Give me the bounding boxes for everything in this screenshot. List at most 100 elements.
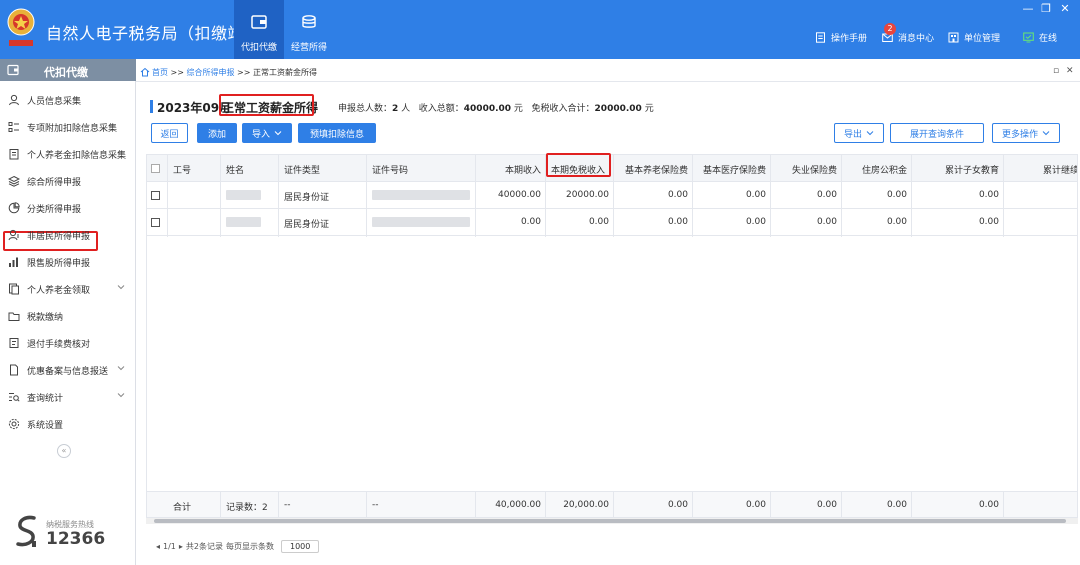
sidebar-item-label: 限售股所得申报 xyxy=(27,259,91,269)
pagination: ◂ 1/1 ▸ 共2条记录 每页显示条数 1000 xyxy=(156,540,320,553)
module-withholding[interactable]: 代扣代缴 xyxy=(234,0,284,59)
minimize-button[interactable]: — xyxy=(1021,2,1035,15)
footer-pension: 0.00 xyxy=(667,500,688,510)
sidebar-item-preferential-filing[interactable]: 优惠备案与信息报送 xyxy=(0,359,136,381)
grid-line xyxy=(278,155,279,237)
grid-line xyxy=(366,491,367,517)
chevron-down-icon xyxy=(1042,131,1050,136)
scrollbar-thumb[interactable] xyxy=(154,519,1066,523)
sidebar-collapse-button[interactable]: « xyxy=(57,444,71,458)
col-unemployment[interactable]: 失业保险费 xyxy=(770,163,837,176)
breadcrumb-home[interactable]: 首页 xyxy=(152,68,168,77)
cell-pension: 0.00 xyxy=(667,190,688,200)
module-label: 经营所得 xyxy=(290,43,327,53)
exempt-label: 免税收入合计： xyxy=(531,104,595,114)
page-indicator: 1/1 xyxy=(163,542,176,551)
row-checkbox[interactable] xyxy=(151,191,160,200)
chevron-down-icon xyxy=(117,285,125,290)
module-label: 代扣代缴 xyxy=(240,43,277,53)
footer-child-education: 0.00 xyxy=(978,500,999,510)
home-icon[interactable] xyxy=(140,67,150,77)
sidebar-item-system-settings[interactable]: 系统设置 xyxy=(0,413,136,435)
sidebar-item-label: 优惠备案与信息报送 xyxy=(27,367,109,377)
cell-id-type: 居民身份证 xyxy=(284,220,330,230)
list-icon xyxy=(8,122,19,132)
sidebar-item-person-info[interactable]: 人员信息采集 xyxy=(0,89,136,111)
title-accent xyxy=(150,100,153,113)
sidebar-item-classified-income[interactable]: 分类所得申报 xyxy=(0,197,136,219)
cell-child-education: 0.00 xyxy=(978,217,999,227)
close-button[interactable]: ✕ xyxy=(1058,2,1072,15)
module-business-income[interactable]: 经营所得 xyxy=(284,0,334,59)
tab-close-button[interactable]: ✕ xyxy=(1066,66,1074,76)
col-child-education[interactable]: 累计子女教育 xyxy=(911,163,999,176)
highlight-frame-title xyxy=(219,94,314,116)
horizontal-scrollbar[interactable] xyxy=(146,518,1078,524)
export-button[interactable]: 导出 xyxy=(834,123,884,143)
next-page-icon[interactable]: ▸ xyxy=(179,542,183,551)
export-label: 导出 xyxy=(843,129,862,140)
sidebar-item-special-deduction[interactable]: 专项附加扣除信息采集 xyxy=(0,116,136,138)
col-name[interactable]: 姓名 xyxy=(226,163,244,176)
col-medical[interactable]: 基本医疗保险费 xyxy=(692,163,766,176)
footer-unemployment: 0.00 xyxy=(816,500,837,510)
cell-id-type: 居民身份证 xyxy=(284,193,330,203)
grid-line xyxy=(278,491,279,517)
total-records: 共2条记录 xyxy=(185,542,223,551)
cell-medical: 0.00 xyxy=(745,217,766,227)
sidebar-item-comprehensive-income[interactable]: 综合所得申报 xyxy=(0,170,136,192)
redacted-id-number xyxy=(372,190,470,200)
sidebar-item-label: 人员信息采集 xyxy=(27,97,82,107)
sidebar-item-label: 分类所得申报 xyxy=(27,205,82,215)
clipboard-icon xyxy=(9,149,19,160)
cell-housing-fund: 0.00 xyxy=(886,217,907,227)
add-button[interactable]: 添加 xyxy=(197,123,237,143)
footer-record-count: 记录数：2 xyxy=(226,503,268,513)
breadcrumb-comprehensive-income[interactable]: 综合所得申报 xyxy=(187,68,235,77)
import-button[interactable]: 导入 xyxy=(242,123,292,143)
footer-total-label: 合计 xyxy=(173,503,192,513)
sidebar-item-pension-withdrawal[interactable]: 个人养老金领取 xyxy=(0,278,136,300)
income-unit: 元 xyxy=(513,104,523,114)
col-continuing-education[interactable]: 累计继续 xyxy=(1003,163,1077,176)
restore-button[interactable]: ❐ xyxy=(1039,2,1053,15)
prev-page-icon[interactable]: ◂ xyxy=(156,542,160,551)
col-current-income[interactable]: 本期收入 xyxy=(475,163,541,176)
chevron-down-icon xyxy=(117,393,125,398)
sidebar-item-fee-refund[interactable]: 退付手续费核对 xyxy=(0,332,136,354)
sidebar-item-label: 专项附加扣除信息采集 xyxy=(27,124,118,134)
prefill-deduction-button[interactable]: 预填扣除信息 xyxy=(298,123,376,143)
row-checkbox[interactable] xyxy=(151,218,160,227)
user-icon xyxy=(9,94,19,106)
sidebar-item-query-stats[interactable]: 查询统计 xyxy=(0,386,136,408)
exempt-unit: 元 xyxy=(644,104,654,114)
select-all-checkbox[interactable] xyxy=(151,164,160,173)
sidebar-item-nonresident-income[interactable]: 非居民所得申报 xyxy=(0,224,136,246)
tab-minimize-button[interactable]: ▫ xyxy=(1053,66,1059,76)
sidebar-item-pension-deduction[interactable]: 个人养老金扣除信息采集 xyxy=(0,143,136,165)
wallet-icon xyxy=(7,64,19,76)
sidebar-item-label: 综合所得申报 xyxy=(27,178,82,188)
col-employee-no[interactable]: 工号 xyxy=(173,163,191,176)
col-pension[interactable]: 基本养老保险费 xyxy=(613,163,688,176)
more-actions-button[interactable]: 更多操作 xyxy=(992,123,1060,143)
cell-current-income: 40000.00 xyxy=(498,190,541,200)
unit-management-link[interactable]: 单位管理 xyxy=(948,31,1000,44)
unit-management-label: 单位管理 xyxy=(964,34,1001,44)
redacted-name xyxy=(226,217,261,227)
sidebar-item-tax-payment[interactable]: 税款缴纳 xyxy=(0,305,136,327)
tax-emblem-icon xyxy=(7,8,35,46)
highlight-frame-exempt-column xyxy=(546,153,611,177)
manual-link[interactable]: 操作手册 xyxy=(815,31,867,44)
pie-chart-icon xyxy=(8,202,20,214)
expand-query-button[interactable]: 展开查询条件 xyxy=(890,123,984,143)
col-housing-fund[interactable]: 住房公积金 xyxy=(841,163,907,176)
sidebar-item-restricted-stock[interactable]: 限售股所得申报 xyxy=(0,251,136,273)
col-id-type[interactable]: 证件类型 xyxy=(284,163,320,176)
cell-housing-fund: 0.00 xyxy=(886,190,907,200)
hotline-number: 12366 xyxy=(46,529,106,549)
page-size-input[interactable]: 1000 xyxy=(281,540,320,553)
online-status[interactable]: 在线 xyxy=(1023,31,1057,44)
col-id-number[interactable]: 证件号码 xyxy=(372,163,408,176)
back-button[interactable]: 返回 xyxy=(151,123,188,143)
